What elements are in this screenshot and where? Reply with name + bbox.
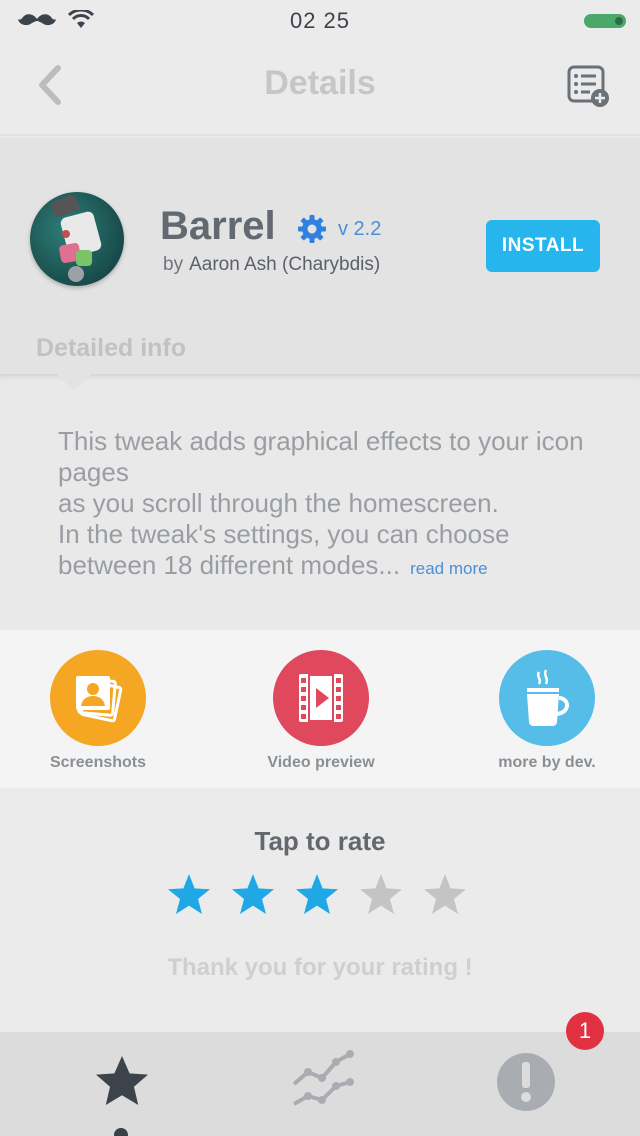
rating-section: Tap to rate Thank you for your rating ! bbox=[0, 788, 640, 1032]
install-button[interactable]: INSTALL bbox=[486, 220, 600, 272]
status-time: 02 25 bbox=[289, 8, 351, 33]
tab-alerts[interactable] bbox=[494, 1050, 558, 1114]
alert-icon bbox=[497, 1053, 555, 1111]
app-icon bbox=[30, 192, 124, 286]
screenshots-circle bbox=[50, 650, 146, 746]
more-by-dev-button[interactable]: more by dev. bbox=[457, 650, 637, 772]
more-by-dev-circle bbox=[499, 650, 595, 746]
coffee-cup-icon bbox=[527, 669, 569, 726]
detailed-info-section: This tweak adds graphical effects to you… bbox=[0, 373, 640, 628]
rating-star-1-icon[interactable] bbox=[166, 872, 212, 918]
rating-star-4-icon[interactable] bbox=[358, 872, 404, 918]
video-preview-button[interactable]: Video preview bbox=[231, 650, 411, 772]
notification-badge: 1 bbox=[566, 1012, 604, 1050]
video-preview-circle bbox=[273, 650, 369, 746]
media-row: Screenshots Video preview more by dev. bbox=[0, 630, 640, 788]
rating-thanks: Thank you for your rating ! bbox=[167, 954, 473, 981]
tab-bar bbox=[0, 1032, 640, 1136]
trend-chart-icon bbox=[292, 1050, 354, 1106]
gear-icon bbox=[298, 215, 326, 243]
rating-star-3-icon[interactable] bbox=[294, 872, 340, 918]
app-description: This tweak adds graphical effects to you… bbox=[58, 426, 598, 584]
page-title: Details bbox=[264, 64, 376, 102]
star-rating bbox=[166, 872, 468, 918]
active-tab-indicator bbox=[114, 1128, 128, 1136]
author-prefix: by bbox=[163, 254, 184, 275]
screenshots-label: Screenshots bbox=[49, 754, 147, 771]
film-icon bbox=[299, 674, 343, 722]
star-icon bbox=[96, 1056, 148, 1105]
rate-title: Tap to rate bbox=[254, 826, 386, 856]
app-name: Barrel bbox=[160, 204, 276, 248]
more-by-dev-label: more by dev. bbox=[498, 754, 596, 771]
add-to-list-button[interactable] bbox=[566, 64, 612, 110]
section-pointer bbox=[56, 373, 92, 391]
status-bar: 02 25 bbox=[0, 0, 640, 40]
battery-icon bbox=[584, 14, 626, 28]
tab-favorites[interactable] bbox=[90, 1050, 154, 1114]
list-add-icon bbox=[567, 65, 609, 107]
tab-trending[interactable] bbox=[290, 1050, 354, 1114]
app-version: v 2.2 bbox=[338, 218, 382, 240]
description-text: This tweak adds graphical effects to you… bbox=[58, 426, 584, 580]
author-name: Aaron Ash (Charybdis) bbox=[189, 254, 381, 275]
section-label-detailed-info: Detailed info bbox=[36, 334, 187, 362]
video-preview-label: Video preview bbox=[267, 754, 375, 771]
nav-bar: Details bbox=[0, 40, 640, 136]
rating-star-5-icon[interactable] bbox=[422, 872, 468, 918]
app-header: Barrel v 2.2 by Aaron Ash (Charybdis) INS… bbox=[0, 138, 640, 374]
screenshots-button[interactable]: Screenshots bbox=[8, 650, 188, 772]
photos-icon bbox=[76, 676, 123, 723]
read-more-link[interactable]: read more bbox=[410, 559, 487, 578]
rating-star-2-icon[interactable] bbox=[230, 872, 276, 918]
author-line: by Aaron Ash (Charybdis) bbox=[163, 254, 380, 276]
